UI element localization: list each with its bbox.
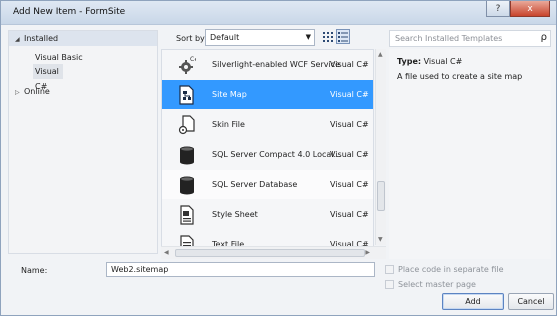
type-value: Visual C# <box>423 57 463 66</box>
type-label: Type: <box>397 57 422 66</box>
scroll-down-arrow-icon[interactable]: ▼ <box>378 236 383 243</box>
select-master-page-label: Select master page <box>398 280 476 289</box>
template-language: Visual C# <box>330 180 369 189</box>
close-icon: x <box>527 3 533 14</box>
place-code-label: Place code in separate file <box>398 265 504 274</box>
template-description: A file used to create a site map <box>397 72 523 81</box>
name-label: Name: <box>21 266 48 275</box>
medium-icons-view-icon <box>323 31 333 42</box>
sort-by-value: Default <box>210 33 240 42</box>
database-icon <box>178 145 196 165</box>
database-icon <box>178 175 196 195</box>
template-name: SQL Server Compact 4.0 Local... <box>212 150 342 159</box>
list-item[interactable]: C# Silverlight-enabled WCF Service Visua… <box>162 50 373 79</box>
skin-file-icon <box>178 115 196 135</box>
medium-icons-view-button[interactable] <box>321 29 335 44</box>
template-details-panel: Type: Visual C# A file used to create a … <box>389 49 551 259</box>
scrollbar-thumb[interactable] <box>175 249 365 257</box>
help-icon: ? <box>495 3 501 14</box>
template-language: Visual C# <box>330 60 369 69</box>
list-item[interactable]: SQL Server Compact 4.0 Local... Visual C… <box>162 140 373 169</box>
template-list-horizontal-scrollbar[interactable]: ◀ ▶ <box>161 246 386 259</box>
template-language: Visual C# <box>330 150 369 159</box>
list-view-button[interactable] <box>336 29 350 44</box>
tree-node-online[interactable]: ▷ Online <box>15 84 50 99</box>
list-item[interactable]: Skin File Visual C# <box>162 110 373 139</box>
template-language: Visual C# <box>330 210 369 219</box>
svg-text:C#: C# <box>190 56 196 63</box>
help-button[interactable]: ? <box>486 1 510 17</box>
tree-node-visual-csharp[interactable]: Visual C# <box>33 64 63 91</box>
template-name: Style Sheet <box>212 210 258 219</box>
sort-by-label: Sort by: <box>176 34 207 43</box>
template-list-vertical-scrollbar[interactable]: ▲ ▼ <box>375 49 386 245</box>
wcf-service-icon: C# <box>178 55 196 75</box>
list-view-icon <box>338 31 348 42</box>
window-controls: ? x <box>486 1 550 17</box>
search-templates-input[interactable]: Search Installed Templates ρ <box>389 30 551 47</box>
list-item-selected[interactable]: Site Map Visual C# <box>162 80 373 109</box>
collapse-arrow-icon[interactable]: ◢ <box>15 32 24 47</box>
sort-by-dropdown[interactable]: Default ▼ <box>205 29 315 46</box>
title-bar[interactable]: Add New Item - FormSite ? x <box>1 1 556 25</box>
template-name: Silverlight-enabled WCF Service <box>212 60 341 69</box>
template-language: Visual C# <box>330 120 369 129</box>
place-code-checkbox[interactable] <box>385 265 394 274</box>
select-master-page-checkbox[interactable] <box>385 280 394 289</box>
close-button[interactable]: x <box>510 1 550 17</box>
cancel-button[interactable]: Cancel <box>508 293 554 310</box>
site-map-icon <box>178 85 196 105</box>
installed-label: Installed <box>24 34 59 43</box>
expand-arrow-icon[interactable]: ▷ <box>15 85 24 100</box>
scroll-left-arrow-icon[interactable]: ◀ <box>164 249 169 256</box>
online-label: Online <box>24 87 50 96</box>
add-button[interactable]: Add <box>442 293 504 310</box>
name-field[interactable]: Web2.sitemap <box>106 262 375 277</box>
window-title: Add New Item - FormSite <box>13 7 126 17</box>
scrollbar-thumb[interactable] <box>377 181 385 211</box>
template-name: Skin File <box>212 120 245 129</box>
tree-node-installed[interactable]: ◢ Installed <box>9 31 157 46</box>
scroll-right-arrow-icon[interactable]: ▶ <box>365 249 370 256</box>
template-name: Site Map <box>212 90 247 99</box>
template-language: Visual C# <box>330 90 369 99</box>
template-categories-panel: ◢ Installed Visual Basic Visual C# ▷ Onlin… <box>8 30 158 254</box>
search-placeholder: Search Installed Templates <box>395 34 503 43</box>
template-type: Type: Visual C# <box>397 57 462 66</box>
add-new-item-dialog: Add New Item - FormSite ? x ◢ Installed V… <box>0 0 557 316</box>
template-list: C# Silverlight-enabled WCF Service Visua… <box>161 49 374 259</box>
scroll-up-arrow-icon[interactable]: ▲ <box>378 51 383 58</box>
tree-node-visual-basic[interactable]: Visual Basic <box>35 50 83 65</box>
list-item[interactable]: Style Sheet Visual C# <box>162 200 373 229</box>
list-item[interactable]: SQL Server Database Visual C# <box>162 170 373 199</box>
search-icon[interactable]: ρ <box>541 32 547 43</box>
chevron-down-icon: ▼ <box>305 33 311 41</box>
template-name: SQL Server Database <box>212 180 298 189</box>
style-sheet-icon <box>178 205 196 225</box>
